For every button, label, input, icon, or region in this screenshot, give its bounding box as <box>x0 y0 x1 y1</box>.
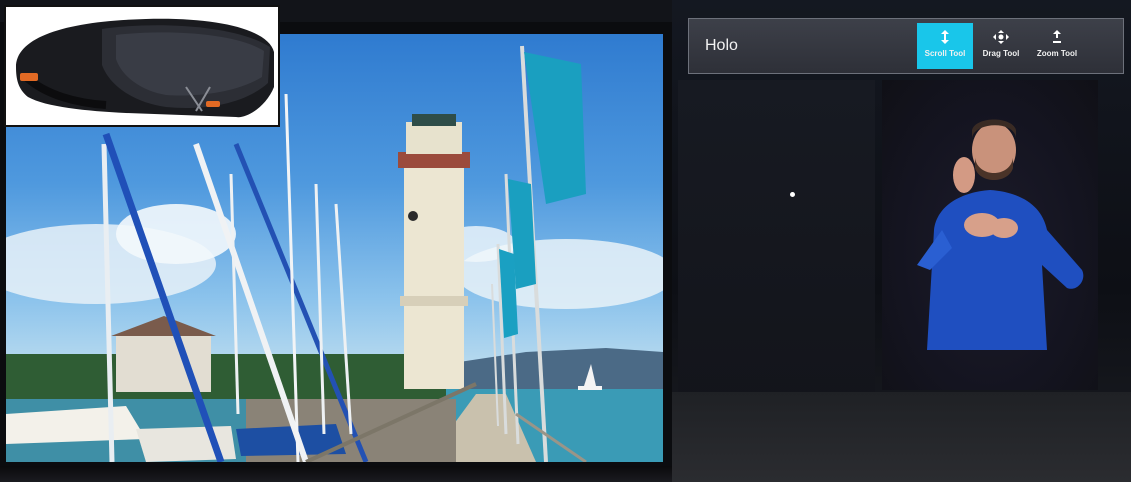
drag-tool-label: Drag Tool <box>982 49 1020 58</box>
headset-inset <box>4 5 280 127</box>
zoom-tool-label: Zoom Tool <box>1036 49 1078 58</box>
tv-bezel-bottom <box>0 466 672 482</box>
photo-scene: Holo Scroll Tool Drag Tool Zoom Tool <box>0 0 1131 482</box>
app-title: Holo <box>705 37 738 54</box>
zoom-tool-button[interactable]: Zoom Tool <box>1029 23 1085 69</box>
zoom-arrows-icon <box>1029 30 1085 46</box>
desk-surface <box>672 392 1131 482</box>
holo-toolbar: Holo Scroll Tool Drag Tool Zoom Tool <box>688 18 1124 74</box>
gaze-cursor-dot <box>790 192 795 197</box>
scroll-tool-button[interactable]: Scroll Tool <box>917 23 973 69</box>
sign-language-hologram <box>882 80 1098 390</box>
drag-tool-button[interactable]: Drag Tool <box>973 23 1029 69</box>
drag-move-icon <box>973 30 1029 46</box>
hologram-view: Holo Scroll Tool Drag Tool Zoom Tool <box>672 0 1131 482</box>
signer-person-illustration <box>917 119 1084 350</box>
scroll-arrows-icon <box>917 30 973 46</box>
hololens-headset-image <box>16 18 274 118</box>
scroll-tool-label: Scroll Tool <box>924 49 966 58</box>
